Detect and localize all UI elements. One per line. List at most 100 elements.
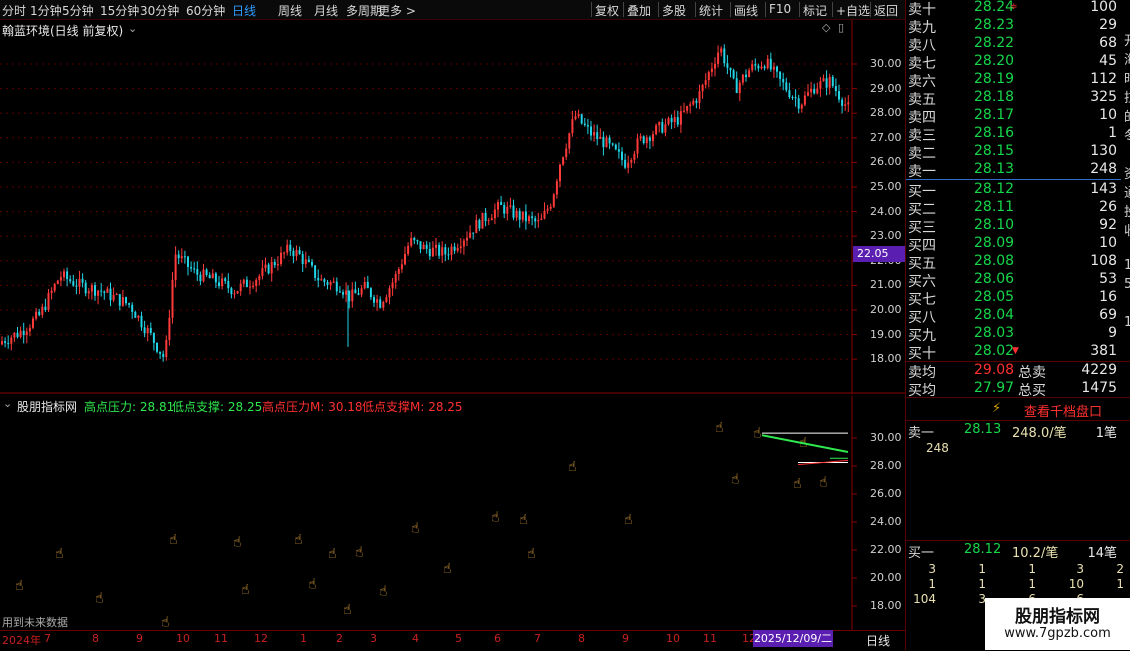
candle-body (106, 288, 109, 293)
qianfang-button[interactable]: 查看千档盘口 (1024, 401, 1102, 420)
tool-button-5[interactable]: F10 (769, 2, 791, 16)
toolbar-separator (591, 2, 592, 17)
candle-body (351, 289, 354, 302)
candle-body (94, 285, 96, 296)
candle-body (757, 65, 760, 69)
candle-body (407, 245, 410, 254)
candle-body (13, 332, 16, 338)
candle-body (456, 248, 459, 251)
candlestick-svg[interactable] (0, 20, 905, 394)
candle-body (109, 288, 112, 301)
chevron-down-icon[interactable]: ⌄ (128, 22, 137, 35)
period-tab-10[interactable]: 更多 > (378, 2, 416, 19)
candle-body (366, 281, 369, 289)
tool-button-1[interactable]: 叠加 (627, 2, 651, 19)
period-tab-4[interactable]: 30分钟 (140, 2, 179, 19)
candle-body (53, 283, 56, 291)
tool-button-3[interactable]: 统计 (699, 2, 723, 19)
candle-body (131, 304, 134, 312)
tool-button-0[interactable]: 复权 (595, 2, 619, 19)
order-level-label: 卖四 (908, 110, 936, 127)
bid-row-3[interactable]: 买四 28.09 10 (906, 235, 1121, 254)
bid-row-8[interactable]: 买九 28.03 9 (906, 325, 1121, 344)
candle-body (78, 278, 81, 287)
candle-body (769, 58, 772, 70)
candle-body (115, 294, 118, 296)
candle-body (168, 317, 171, 340)
ask-row-4[interactable]: 卖六 28.19 112 (906, 71, 1121, 90)
ask-row-8[interactable]: 卖二 28.15 130 (906, 143, 1121, 162)
indicator-value-0: 高点压力: 28.81 (84, 400, 175, 414)
maximize-icon[interactable]: ▯ (838, 21, 844, 34)
period-tab-3[interactable]: 15分钟 (100, 2, 139, 19)
candle-body (627, 162, 630, 168)
ask-row-9[interactable]: 卖一 28.13 248 (906, 161, 1121, 180)
order-level-label: 买六 (908, 274, 936, 291)
candle-body (549, 206, 552, 209)
candle-body (289, 244, 292, 251)
candle-body (838, 91, 840, 100)
y-tick-label: 25.00 (870, 180, 902, 193)
order-level-label: 卖三 (908, 128, 936, 145)
tool-button-8[interactable]: 返回 (874, 2, 898, 19)
candle-body (422, 244, 425, 250)
ask-row-6[interactable]: 卖四 28.17 10 (906, 107, 1121, 127)
candle-body (723, 48, 726, 64)
candle-body (373, 297, 375, 303)
hand-signal-icon: ☝ (355, 544, 364, 560)
tool-button-4[interactable]: 画线 (734, 2, 758, 19)
ask-row-2[interactable]: 卖八 28.22 68 (906, 35, 1121, 54)
indicator-value-2: 高点压力M: 30.18 (262, 400, 363, 414)
period-tab-8[interactable]: 月线 (314, 2, 338, 19)
time-tick-label: 1 (300, 632, 307, 645)
candle-body (772, 66, 775, 70)
period-tab-6[interactable]: 日线 (232, 2, 256, 19)
bid-row-1[interactable]: 买二 28.11 26 (906, 199, 1121, 218)
candle-body (270, 261, 273, 274)
candle-body (686, 105, 689, 111)
candle-body (137, 315, 140, 318)
indicator-chart[interactable]: ☝☝☝☝☝☝☝☝☝☝☝☝☝☝☝☝☝☝☝☝☝☝☝☝☝☝ ⌄ 股朋指标网 高点压力:… (0, 396, 905, 630)
order-level-volume: 108 (1090, 253, 1117, 270)
bid-row-5[interactable]: 买六 28.06 53 (906, 271, 1121, 291)
bid-row-4[interactable]: 买五 28.08 108 (906, 253, 1121, 272)
chevron-down-icon[interactable]: ⌄ (3, 397, 12, 410)
candle-body (741, 74, 744, 83)
period-tab-7[interactable]: 周线 (278, 2, 302, 19)
up-arrow-icon: ≑ (1010, 2, 1018, 12)
indicator-svg[interactable]: ☝☝☝☝☝☝☝☝☝☝☝☝☝☝☝☝☝☝☝☝☝☝☝☝☝☝ (0, 396, 905, 630)
candle-body (410, 237, 413, 246)
candle-body (493, 209, 496, 219)
period-tab-5[interactable]: 60分钟 (186, 2, 225, 19)
bid-row-7[interactable]: 买八 28.04 69 (906, 307, 1121, 326)
time-tick-label: 7 (44, 632, 51, 645)
bid-row-0[interactable]: 买一 28.12 143 (906, 181, 1121, 200)
ask-row-5[interactable]: 卖五 28.18 325 (906, 89, 1121, 108)
candlestick-chart[interactable]: 翰蓝环境(日线 前复权) ⌄ ◇ ▯ 30.00 29.00 28.00 27.00 2… (0, 20, 905, 394)
period-label[interactable]: 日线 (866, 632, 890, 649)
ask-row-1[interactable]: 卖九 28.23 29 (906, 17, 1121, 36)
tool-button-6[interactable]: 标记 (803, 2, 827, 19)
toolbar-separator (730, 2, 731, 17)
ask-row-3[interactable]: 卖七 28.20 45 (906, 53, 1121, 72)
candle-body (323, 279, 326, 283)
bid-row-6[interactable]: 买七 28.05 16 (906, 289, 1121, 308)
bid-row-2[interactable]: 买三 28.10 92 (906, 217, 1121, 236)
queue-cell: 1 (1028, 577, 1036, 591)
tool-button-7[interactable]: +自选 (836, 2, 870, 19)
candle-body (211, 273, 214, 279)
hand-signal-icon: ☝ (15, 578, 24, 594)
diamond-icon[interactable]: ◇ (822, 21, 830, 34)
queue-cell: 1 (1028, 562, 1036, 576)
period-tab-1[interactable]: 1分钟 (30, 2, 62, 19)
candle-body (112, 294, 115, 301)
candle-body (720, 48, 723, 53)
period-tab-2[interactable]: 5分钟 (62, 2, 94, 19)
tool-button-2[interactable]: 多股 (662, 2, 686, 19)
ask-row-7[interactable]: 卖三 28.16 1 (906, 125, 1121, 145)
candle-body (360, 288, 363, 295)
period-tab-0[interactable]: 分时 (2, 2, 26, 19)
candle-body (329, 282, 332, 285)
candle-body (276, 264, 279, 266)
period-tab-9[interactable]: 多周期 (346, 2, 382, 19)
